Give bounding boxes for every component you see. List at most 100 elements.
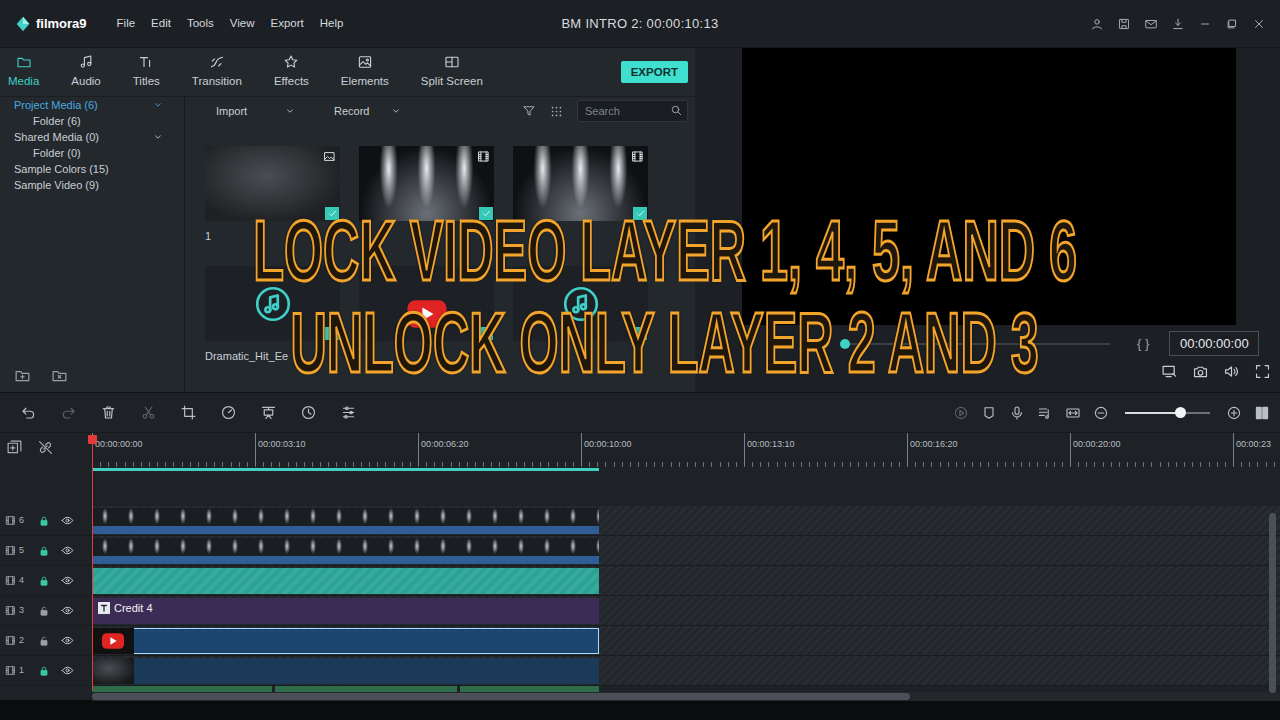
add-track-icon[interactable]	[6, 439, 23, 456]
zoom-to-fit-icon[interactable]	[1065, 405, 1081, 421]
media-item[interactable]: 1	[205, 146, 340, 266]
module-tab[interactable]: Titles	[125, 54, 168, 90]
menu-item[interactable]: Tools	[187, 15, 214, 32]
undo-icon[interactable]	[20, 404, 37, 421]
audio-mixer-icon[interactable]	[1037, 405, 1053, 421]
media-thumbnail[interactable]	[205, 266, 340, 341]
module-tab[interactable]: Audio	[63, 54, 108, 90]
unlock-icon[interactable]	[38, 605, 50, 617]
search-field[interactable]	[577, 100, 688, 122]
close-icon[interactable]	[1252, 17, 1266, 31]
eye-icon[interactable]	[61, 604, 74, 617]
eye-icon[interactable]	[61, 664, 74, 677]
filter-icon[interactable]	[522, 104, 536, 118]
lock-icon[interactable]	[38, 665, 50, 677]
duration-icon[interactable]	[300, 404, 317, 421]
preview-slider[interactable]	[845, 343, 1110, 345]
timeline-clip[interactable]	[92, 538, 599, 564]
redo-icon[interactable]	[60, 404, 77, 421]
crop-icon[interactable]	[180, 404, 197, 421]
delete-folder-icon[interactable]	[51, 367, 68, 384]
download-icon[interactable]	[1171, 17, 1185, 31]
media-item[interactable]	[359, 146, 494, 266]
horizontal-scrollbar[interactable]	[92, 692, 1280, 701]
grid-view-icon[interactable]	[550, 105, 563, 118]
lock-icon[interactable]	[38, 515, 50, 527]
library-item[interactable]: Project Media (6)	[0, 97, 184, 113]
scissors-icon[interactable]	[140, 404, 157, 421]
snapshot-icon[interactable]	[1192, 363, 1209, 380]
module-tab[interactable]: Elements	[333, 54, 397, 90]
unlock-icon[interactable]	[38, 635, 50, 647]
library-item[interactable]: Sample Colors (15)	[0, 161, 184, 177]
expand-toggle[interactable]	[152, 99, 164, 111]
record-dropdown[interactable]: Record	[334, 103, 402, 120]
eye-icon[interactable]	[61, 544, 74, 557]
microphone-icon[interactable]	[1009, 405, 1025, 421]
media-item[interactable]	[513, 266, 648, 386]
lock-icon[interactable]	[38, 575, 50, 587]
zoom-in-icon[interactable]	[1226, 405, 1242, 421]
menu-item[interactable]: Export	[271, 15, 304, 32]
library-item[interactable]: Folder (6)	[0, 113, 184, 129]
media-thumbnail[interactable]	[513, 146, 648, 221]
media-item[interactable]	[513, 146, 648, 266]
library-item[interactable]: Shared Media (0)	[0, 129, 184, 145]
media-thumbnail[interactable]	[359, 146, 494, 221]
volume-icon[interactable]	[1223, 363, 1240, 380]
speed-icon[interactable]	[220, 404, 237, 421]
adjust-icon[interactable]	[340, 404, 357, 421]
playhead[interactable]	[92, 435, 93, 690]
account-icon[interactable]	[1090, 17, 1104, 31]
menu-item[interactable]: Edit	[151, 15, 171, 32]
zoom-slider[interactable]	[1125, 412, 1210, 414]
module-tab[interactable]: Effects	[266, 54, 317, 90]
layout-icon[interactable]	[1254, 405, 1270, 421]
eye-icon[interactable]	[61, 574, 74, 587]
library-item[interactable]: Folder (0)	[0, 145, 184, 161]
export-button[interactable]: EXPORT	[621, 61, 688, 83]
menu-item[interactable]: Help	[320, 15, 344, 32]
import-dropdown[interactable]: Import	[216, 103, 296, 120]
delete-icon[interactable]	[100, 404, 117, 421]
zoom-out-icon[interactable]	[1093, 405, 1109, 421]
media-thumbnail[interactable]	[513, 266, 648, 341]
new-folder-icon[interactable]	[14, 367, 31, 384]
media-thumbnail[interactable]	[205, 146, 340, 221]
eye-icon[interactable]	[61, 514, 74, 527]
green-screen-icon[interactable]	[260, 404, 277, 421]
module-tab[interactable]: Transition	[184, 54, 250, 90]
save-icon[interactable]	[1117, 17, 1131, 31]
fullscreen-icon[interactable]	[1254, 363, 1271, 380]
media-thumbnail[interactable]	[359, 266, 494, 341]
zoom-handle[interactable]	[1175, 407, 1186, 418]
message-icon[interactable]	[1144, 17, 1158, 31]
vertical-scrollbar[interactable]	[1269, 513, 1276, 693]
menu-item[interactable]: File	[117, 15, 136, 32]
render-preview-icon[interactable]	[1161, 363, 1178, 380]
timeline-clip[interactable]	[92, 628, 599, 654]
mark-in-out[interactable]: { }	[1137, 334, 1149, 354]
media-item[interactable]: Dramatic_Hit_Ee	[205, 266, 340, 386]
eye-icon[interactable]	[61, 634, 74, 647]
timeline-clip[interactable]	[92, 658, 599, 684]
scroll-thumb[interactable]	[92, 693, 910, 700]
time-ruler[interactable]: 00:00:00:0000:00:03:1000:00:06:2000:00:1…	[92, 433, 1280, 471]
library-item[interactable]: Sample Video (9)	[0, 177, 184, 193]
expand-toggle[interactable]	[152, 131, 164, 143]
module-tab[interactable]: Split Screen	[413, 54, 491, 90]
preview-handle[interactable]	[840, 339, 850, 349]
lock-icon[interactable]	[38, 545, 50, 557]
restore-icon[interactable]	[1225, 17, 1239, 31]
timeline-clip[interactable]	[92, 508, 599, 534]
media-item[interactable]	[359, 266, 494, 386]
module-tab[interactable]: Media	[0, 54, 47, 90]
timeline-clip[interactable]	[92, 568, 599, 594]
menu-item[interactable]: View	[230, 15, 255, 32]
timeline-clip[interactable]: Credit 4	[92, 598, 599, 624]
minimize-icon[interactable]	[1198, 17, 1212, 31]
render-play-icon[interactable]	[953, 405, 969, 421]
unlink-icon[interactable]	[37, 439, 54, 456]
marker-icon[interactable]	[981, 405, 997, 421]
search-icon[interactable]	[670, 104, 683, 117]
